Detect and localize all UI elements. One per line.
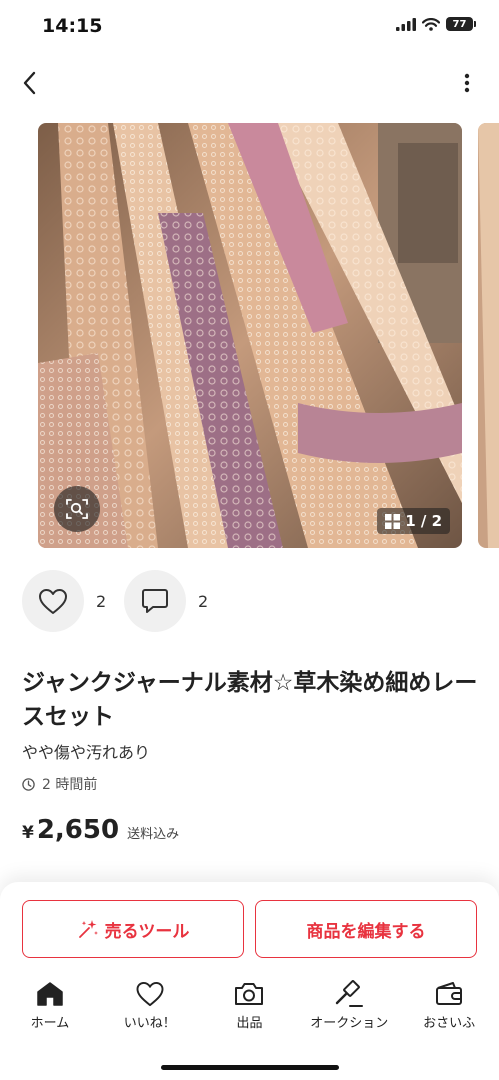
tab-sell-label: 出品	[236, 1016, 263, 1031]
sell-tool-button[interactable]: 売るツール	[22, 900, 244, 958]
chevron-left-icon	[23, 71, 36, 95]
sparkle-wand-icon	[78, 920, 98, 938]
home-icon	[37, 982, 63, 1006]
item-price: 2,650	[36, 815, 120, 845]
gavel-icon	[336, 980, 364, 1007]
item-condition: やや傷や汚れあり	[22, 743, 151, 762]
more-options-button[interactable]	[457, 66, 477, 100]
currency-symbol: ¥	[22, 823, 34, 843]
status-time: 14:15	[42, 15, 103, 37]
tab-home[interactable]: ホーム	[0, 980, 100, 1036]
item-photo[interactable]: 1 / 2	[38, 123, 462, 548]
clock-icon	[22, 777, 35, 791]
wifi-icon	[422, 17, 440, 31]
top-nav	[0, 60, 499, 106]
photo-counter-text: 1 / 2	[405, 512, 442, 530]
shipping-label: 送料込み	[127, 827, 180, 842]
status-bar: 14:15 77	[0, 0, 499, 54]
signal-icon	[396, 17, 416, 31]
seller-actions: 売るツール 商品を編集する	[22, 900, 477, 958]
like-button[interactable]	[22, 570, 84, 632]
comment-button[interactable]	[124, 570, 186, 632]
item-actions: 2 2	[22, 570, 226, 632]
back-button[interactable]	[14, 66, 44, 100]
tab-home-label: ホーム	[30, 1016, 70, 1031]
tab-wallet[interactable]: おさいふ	[399, 980, 499, 1036]
heart-icon	[136, 981, 164, 1007]
sell-tool-label: 売るツール	[104, 921, 190, 942]
next-photo-image	[478, 123, 499, 548]
tab-likes[interactable]: いいね！	[100, 980, 200, 1036]
photo-gallery[interactable]: 1 / 2	[0, 123, 499, 548]
item-title: ジャンクジャーナル素材☆草木染め細めレースセット	[22, 670, 478, 730]
photo-counter: 1 / 2	[377, 508, 450, 534]
tab-auction-label: オークション	[310, 1016, 389, 1031]
tab-wallet-label: おさいふ	[423, 1016, 476, 1031]
tab-bar: ホーム いいね！ 出品 オークション おさいふ	[0, 980, 499, 1036]
heart-icon	[39, 588, 67, 614]
next-photo-preview[interactable]	[478, 123, 499, 548]
tab-sell[interactable]: 出品	[200, 980, 300, 1036]
bottom-sheet: 売るツール 商品を編集する ホーム いいね！ 出品 オークション おさいふ	[0, 882, 499, 1080]
tab-auction[interactable]: オークション	[299, 980, 399, 1036]
lens-search-icon	[66, 499, 88, 519]
posted-time-text: 2 時間前	[42, 777, 98, 793]
like-count: 2	[96, 591, 107, 611]
comment-icon	[142, 588, 168, 613]
edit-item-label: 商品を編集する	[306, 921, 426, 942]
comment-count: 2	[198, 591, 209, 611]
wallet-icon	[436, 982, 463, 1005]
battery-icon: 77	[446, 17, 476, 31]
price-row: ¥ 2,650 送料込み	[22, 815, 179, 845]
image-search-button[interactable]	[54, 486, 100, 532]
posted-time: 2 時間前	[22, 774, 97, 794]
status-icons: 77	[396, 17, 476, 31]
more-vertical-icon	[464, 73, 470, 93]
home-indicator	[161, 1065, 339, 1070]
edit-item-button[interactable]: 商品を編集する	[255, 900, 477, 958]
tab-likes-label: いいね！	[123, 1016, 176, 1031]
lace-photo-image	[38, 123, 462, 548]
camera-icon	[235, 983, 264, 1005]
grid-icon	[385, 513, 401, 529]
